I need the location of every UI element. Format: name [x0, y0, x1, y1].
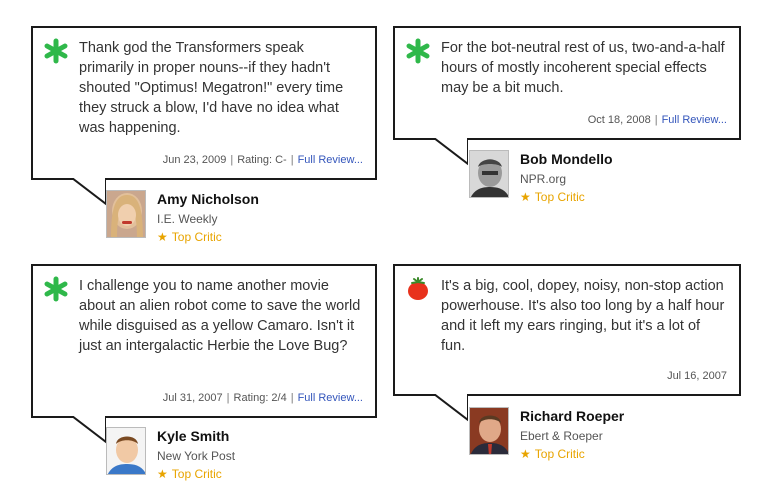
top-critic-label: Top Critic [534, 447, 585, 461]
critic-publication[interactable]: NPR.org [520, 172, 566, 186]
full-review-link[interactable]: Full Review... [298, 392, 363, 404]
review-quote: I challenge you to name another movie ab… [79, 278, 361, 354]
critic-name[interactable]: Amy Nicholson [157, 191, 259, 207]
green-splat-icon [44, 276, 68, 302]
review-rating: Rating: C- [237, 154, 287, 166]
full-review-link[interactable]: Full Review... [662, 114, 727, 126]
review-meta: Jul 16, 2007 [667, 370, 727, 382]
review-bubble: It's a big, cool, dopey, noisy, non-stop… [393, 264, 741, 396]
review-date: Oct 18, 2008 [587, 114, 651, 126]
top-critic-badge: ★ Top Critic [157, 230, 222, 244]
separator: | [230, 154, 234, 166]
top-critic-label: Top Critic [171, 467, 222, 481]
critic-publication[interactable]: New York Post [157, 449, 235, 463]
review-meta: Oct 18, 2008 | Full Review... [588, 114, 727, 126]
avatar[interactable] [469, 407, 509, 455]
avatar[interactable] [469, 150, 509, 198]
critic-publication[interactable]: Ebert & Roeper [520, 429, 603, 443]
review-quote: It's a big, cool, dopey, noisy, non-stop… [441, 278, 725, 354]
separator: | [654, 114, 658, 126]
top-critic-badge: ★ Top Critic [157, 467, 222, 481]
avatar[interactable] [106, 427, 146, 475]
review-rating: Rating: 2/4 [233, 392, 287, 404]
review-date: Jun 23, 2009 [162, 154, 227, 166]
top-critic-label: Top Critic [171, 230, 222, 244]
critic-publication[interactable]: I.E. Weekly [157, 212, 217, 226]
critic-name[interactable]: Richard Roeper [520, 408, 624, 424]
review-meta: Jul 31, 2007 | Rating: 2/4 | Full Review... [163, 392, 363, 404]
bubble-tail [72, 416, 106, 444]
review-quote: Thank god the Transformers speak primari… [79, 40, 344, 136]
review-meta: Jun 23, 2009 | Rating: C- | Full Review... [163, 154, 363, 166]
review-bubble: Thank god the Transformers speak primari… [31, 26, 377, 180]
green-splat-icon [44, 38, 68, 64]
star-icon: ★ [520, 447, 531, 461]
critic-name[interactable]: Bob Mondello [520, 151, 613, 167]
separator: | [226, 392, 230, 404]
bubble-tail [434, 138, 468, 166]
review-quote: For the bot-neutral rest of us, two-and-… [441, 40, 725, 96]
top-critic-badge: ★ Top Critic [520, 190, 585, 204]
review-bubble: I challenge you to name another movie ab… [31, 264, 377, 418]
star-icon: ★ [157, 230, 168, 244]
top-critic-label: Top Critic [534, 190, 585, 204]
full-review-link[interactable]: Full Review... [298, 154, 363, 166]
bubble-tail [72, 178, 106, 206]
review-date: Jul 16, 2007 [667, 370, 727, 382]
separator: | [290, 154, 294, 166]
review-bubble: For the bot-neutral rest of us, two-and-… [393, 26, 741, 140]
star-icon: ★ [157, 467, 168, 481]
bubble-tail [434, 394, 468, 422]
review-date: Jul 31, 2007 [162, 392, 223, 404]
green-splat-icon [406, 38, 430, 64]
separator: | [290, 392, 294, 404]
critic-name[interactable]: Kyle Smith [157, 428, 229, 444]
fresh-tomato-icon [408, 277, 428, 300]
star-icon: ★ [520, 190, 531, 204]
avatar[interactable] [106, 190, 146, 238]
top-critic-badge: ★ Top Critic [520, 447, 585, 461]
